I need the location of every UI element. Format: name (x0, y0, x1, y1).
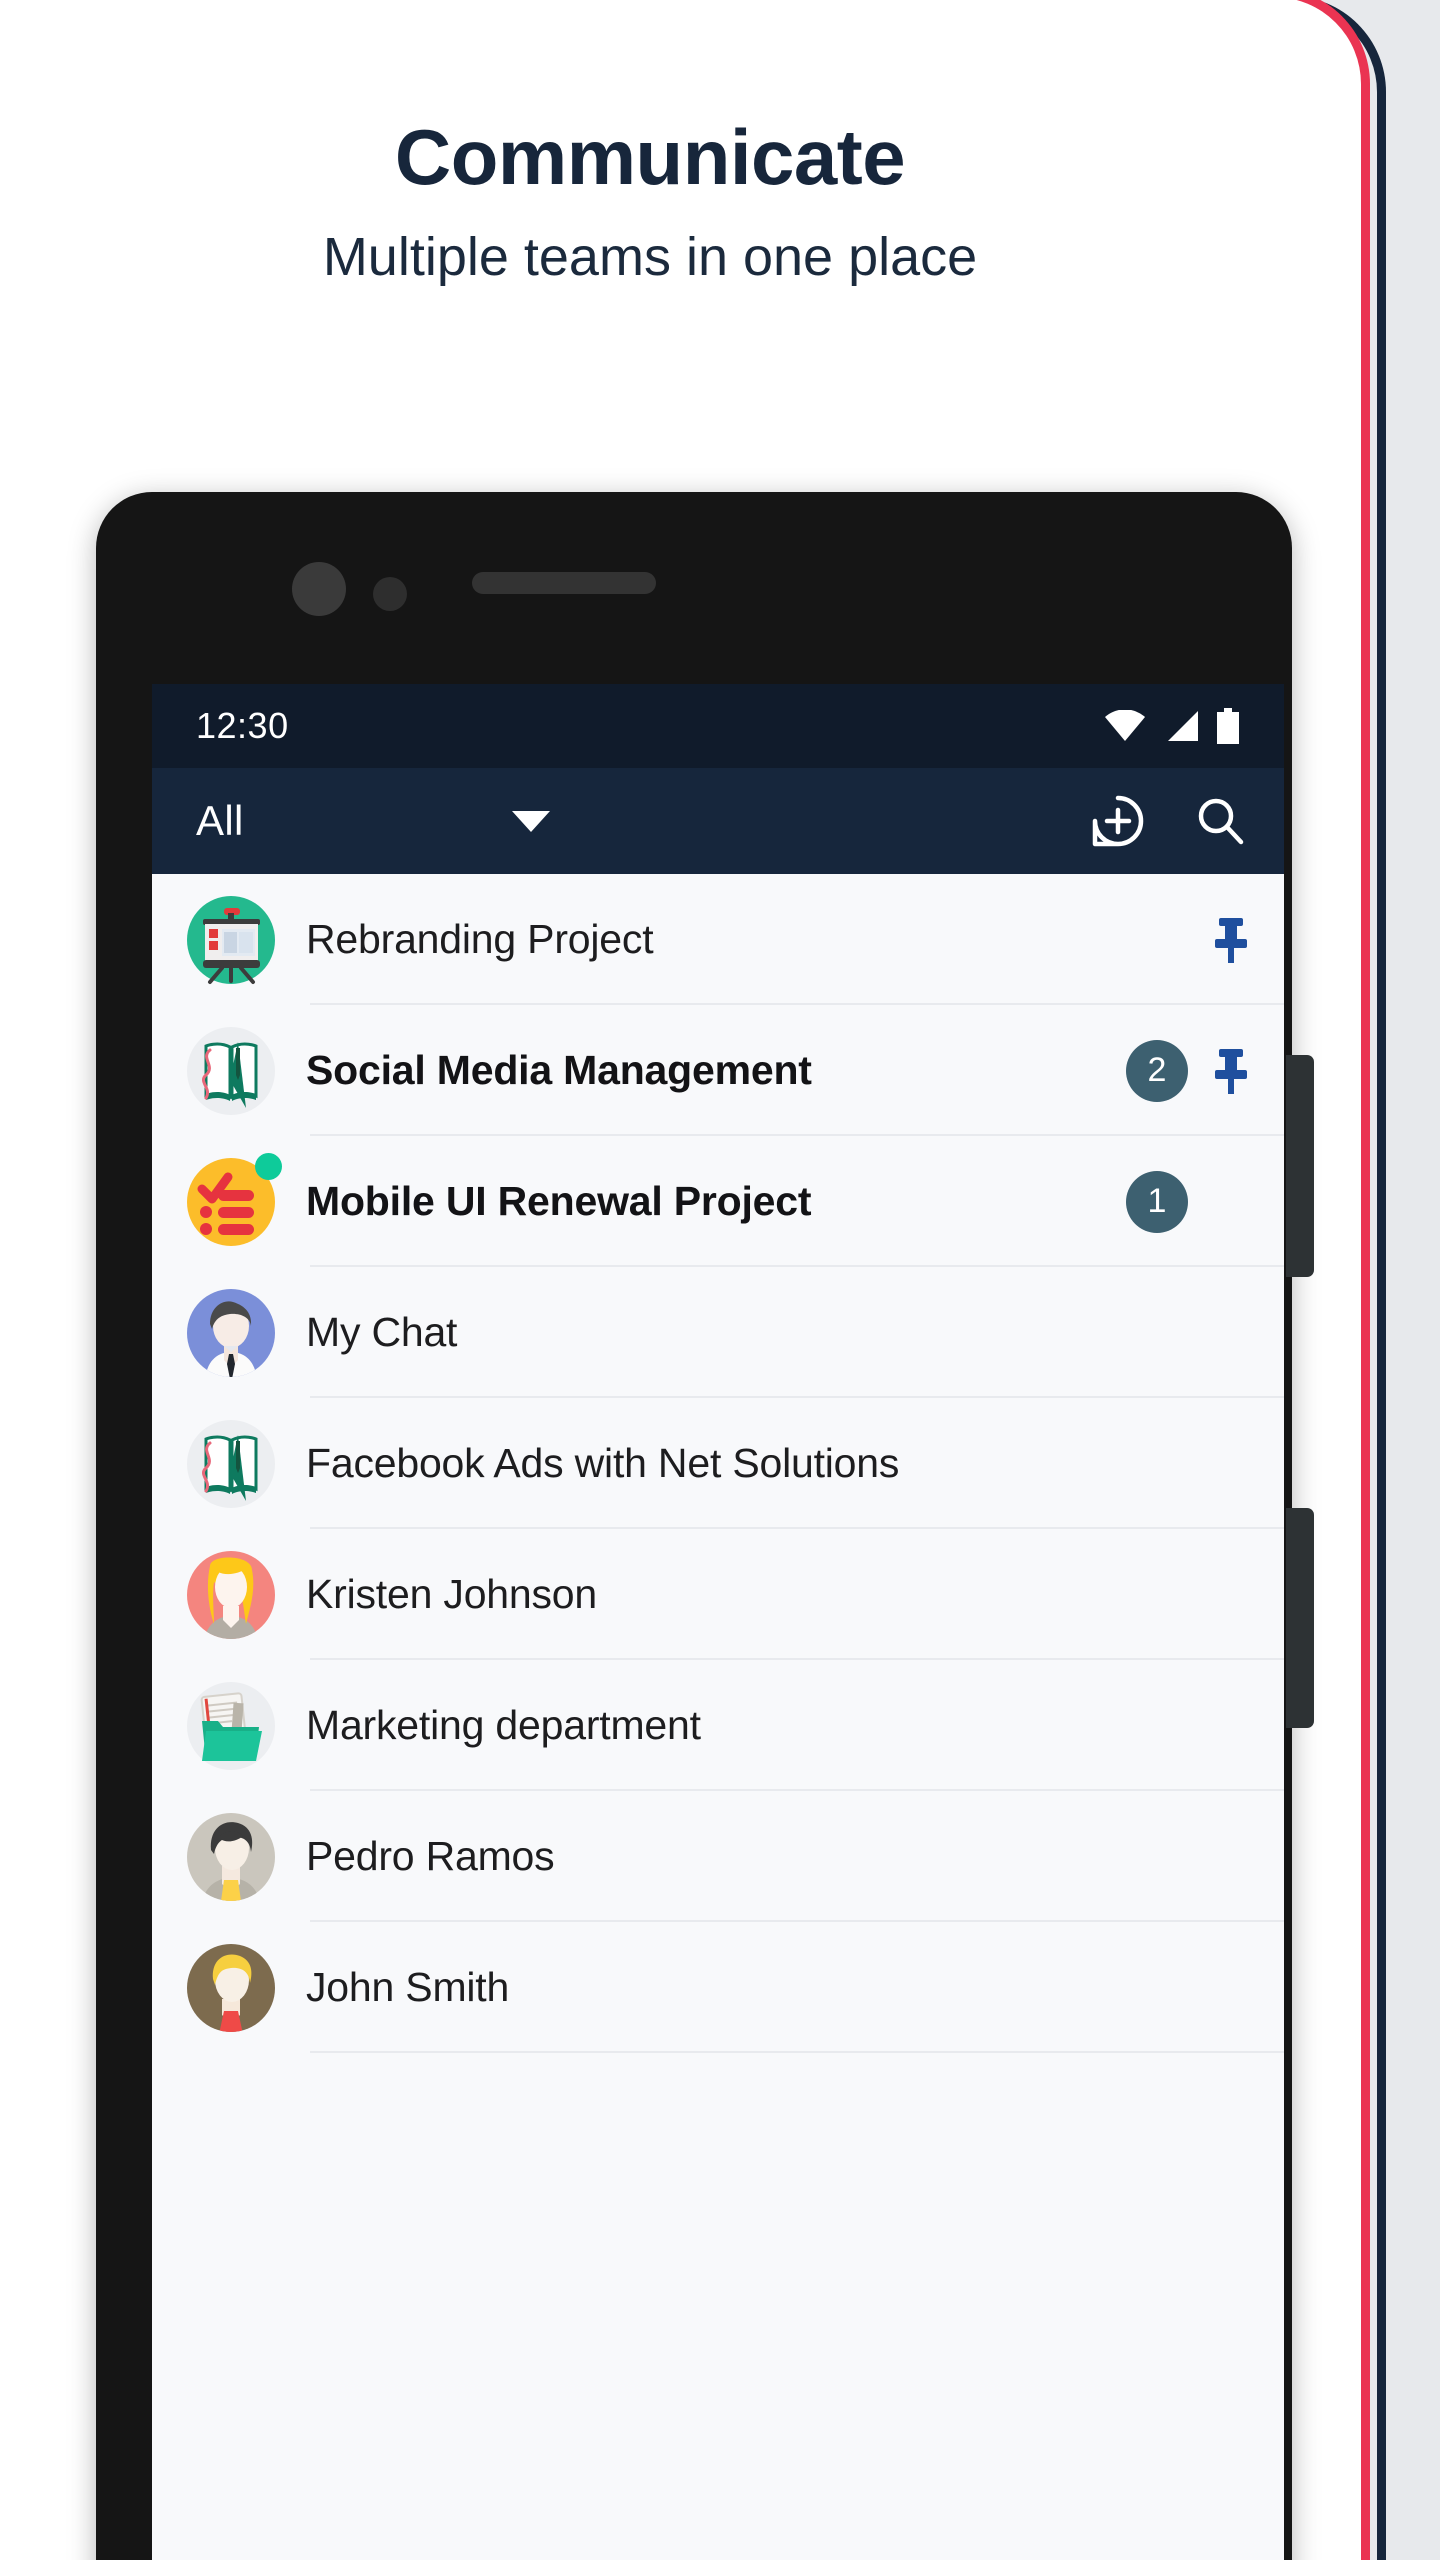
row-divider (310, 2051, 1284, 2053)
chat-row-meta: 1 (1126, 1170, 1254, 1233)
unread-badge: 1 (1126, 1170, 1188, 1233)
unread-badge: 2 (1126, 1039, 1188, 1102)
new-chat-icon[interactable] (1090, 793, 1146, 849)
front-camera-icon (292, 562, 346, 616)
promo-headings: Communicate Multiple teams in one place (0, 0, 1300, 284)
chat-name: John Smith (306, 1964, 510, 2010)
earpiece-speaker-icon (472, 572, 656, 594)
chat-list-item[interactable]: Marketing department (152, 1660, 1284, 1791)
promo-screenshot: Communicate Multiple teams in one place … (0, 0, 1440, 2560)
status-time: 12:30 (196, 705, 289, 746)
filter-dropdown-label[interactable]: All (196, 797, 244, 845)
app-bar-actions (1090, 793, 1248, 849)
chat-row-meta (1208, 909, 1254, 971)
search-icon[interactable] (1192, 793, 1248, 849)
businessman-blue-avatar (180, 1282, 282, 1384)
online-status-dot (255, 1152, 282, 1180)
chat-row-meta: 2 (1126, 1039, 1254, 1102)
chat-name: Social Media Management (306, 1047, 812, 1093)
chat-list-item[interactable]: My Chat (152, 1267, 1284, 1398)
chat-list-item[interactable]: Pedro Ramos (152, 1791, 1284, 1922)
presentation-board-avatar (180, 889, 282, 991)
app-bar: All (152, 768, 1284, 874)
chat-name: Marketing department (306, 1702, 701, 1748)
page-title: Communicate (394, 113, 906, 201)
status-bar: 12:30 (152, 684, 1284, 768)
power-button[interactable] (1286, 1055, 1314, 1277)
volume-button[interactable] (1286, 1508, 1314, 1728)
notebook-pencil-avatar (180, 1413, 282, 1515)
chat-name: Kristen Johnson (306, 1571, 598, 1617)
pin-icon[interactable] (1208, 1040, 1254, 1102)
phone-screen: 12:30 All Rebranding Project Social Medi… (152, 684, 1284, 2560)
battery-icon (1216, 708, 1240, 744)
chevron-down-icon[interactable] (511, 810, 550, 832)
status-icons (1104, 708, 1240, 744)
chat-name: Rebranding Project (306, 916, 654, 962)
proximity-sensor-icon (373, 577, 407, 611)
man-brown-avatar (180, 1937, 282, 2039)
cellular-signal-icon (1163, 710, 1199, 742)
wifi-icon (1104, 710, 1146, 742)
chat-list-item[interactable]: Rebranding Project (152, 874, 1284, 1005)
green-folder-avatar (180, 1675, 282, 1777)
man-grey-avatar (180, 1806, 282, 1908)
chat-list-item[interactable]: Facebook Ads with Net Solutions (152, 1398, 1284, 1529)
chat-name: Mobile UI Renewal Project (306, 1178, 812, 1224)
phone-mockup: 12:30 All Rebranding Project Social Medi… (96, 492, 1314, 2560)
chat-name: Pedro Ramos (306, 1833, 555, 1879)
woman-pink-avatar (180, 1544, 282, 1646)
notebook-pencil-avatar (180, 1020, 282, 1122)
page-subtitle: Multiple teams in one place (322, 227, 978, 287)
chat-list-item[interactable]: John Smith (152, 1922, 1284, 2053)
chat-list-item[interactable]: Kristen Johnson (152, 1529, 1284, 1660)
chat-list-item[interactable]: Social Media Management 2 (152, 1005, 1284, 1136)
chat-name: My Chat (306, 1309, 458, 1355)
chat-name: Facebook Ads with Net Solutions (306, 1440, 900, 1486)
chat-list: Rebranding Project Social Media Manageme… (152, 874, 1284, 2053)
checklist-avatar (180, 1151, 282, 1253)
chat-list-item[interactable]: Mobile UI Renewal Project 1 (152, 1136, 1284, 1267)
pin-icon[interactable] (1208, 909, 1254, 971)
